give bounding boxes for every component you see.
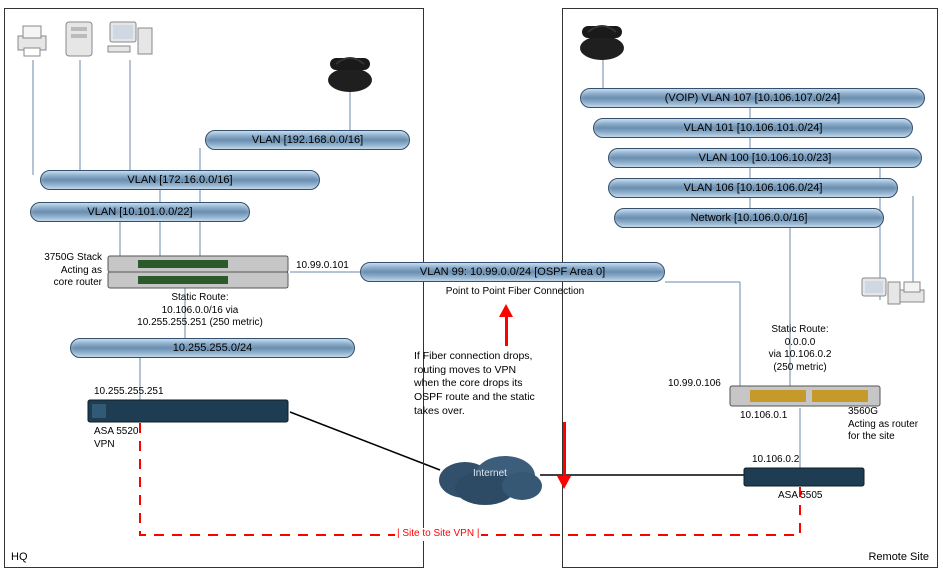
remote-site-label: Remote Site [868,551,929,563]
remote-sw-desc: 3560G Acting as router for the site [848,406,918,444]
arrow-up-stem [505,316,508,346]
remote-vlan-100: VLAN 100 [10.106.10.0/23] [608,148,922,168]
hq-vlan-172: VLAN [172.16.0.0/16] [40,170,320,190]
remote-net: Network [10.106.0.0/16] [614,208,884,228]
remote-vlan-107-label: (VOIP) VLAN 107 [10.106.107.0/24] [665,92,841,104]
hq-asa-net: 10.255.255.0/24 [70,338,355,358]
core-ip: 10.99.0.101 [296,260,349,273]
internet-label: Internet [430,468,550,479]
remote-vlan-101-label: VLAN 101 [10.106.101.0/24] [684,122,823,134]
internet-cloud: Internet [430,440,550,510]
p2p-label: Point to Point Fiber Connection [420,286,610,299]
hq-vlan-172-label: VLAN [172.16.0.0/16] [127,174,232,186]
remote-vlan-100-label: VLAN 100 [10.106.10.0/23] [699,152,832,164]
hq-site-label: HQ [11,551,28,563]
asa5520-label: ASA 5520 VPN [94,426,138,451]
hq-vlan-voice-label: VLAN [192.168.0.0/16] [252,134,363,146]
remote-vlan-107: (VOIP) VLAN 107 [10.106.107.0/24] [580,88,925,108]
arrow-up-icon [499,304,513,317]
failover-note: If Fiber connection drops, routing moves… [414,350,574,418]
asa5505-label: ASA 5505 [778,490,822,503]
vlan99-bar: VLAN 99: 10.99.0.0/24 [OSPF Area 0] [360,262,665,282]
remote-sw-ip-fiber: 10.99.0.106 [668,378,721,391]
vlan99-label: VLAN 99: 10.99.0.0/24 [OSPF Area 0] [420,266,605,278]
hq-vlan-10101-label: VLAN [10.101.0.0/22] [87,206,192,218]
arrow-down-stem [563,422,566,478]
arrow-down-icon [557,476,571,489]
remote-vlan-106-label: VLAN 106 [10.106.106.0/24] [684,182,823,194]
hq-asa-net-label: 10.255.255.0/24 [173,342,253,354]
asa5505-ip: 10.106.0.2 [752,454,799,467]
remote-vlan-106: VLAN 106 [10.106.106.0/24] [608,178,898,198]
s2s-vpn-label: | Site to Site VPN | [395,528,481,541]
core-desc: 3750G Stack Acting as core router [24,252,102,290]
remote-net-label: Network [10.106.0.0/16] [691,212,808,224]
hq-vlan-voice: VLAN [192.168.0.0/16] [205,130,410,150]
remote-vlan-101: VLAN 101 [10.106.101.0/24] [593,118,913,138]
hq-vlan-10101: VLAN [10.101.0.0/22] [30,202,250,222]
remote-static-route: Static Route: 0.0.0.0 via 10.106.0.2 (25… [740,324,860,374]
remote-sw-ip-lan: 10.106.0.1 [740,410,787,423]
core-static-route: Static Route: 10.106.0.0/16 via 10.255.2… [110,292,290,330]
asa5520-ip: 10.255.255.251 [94,386,164,399]
